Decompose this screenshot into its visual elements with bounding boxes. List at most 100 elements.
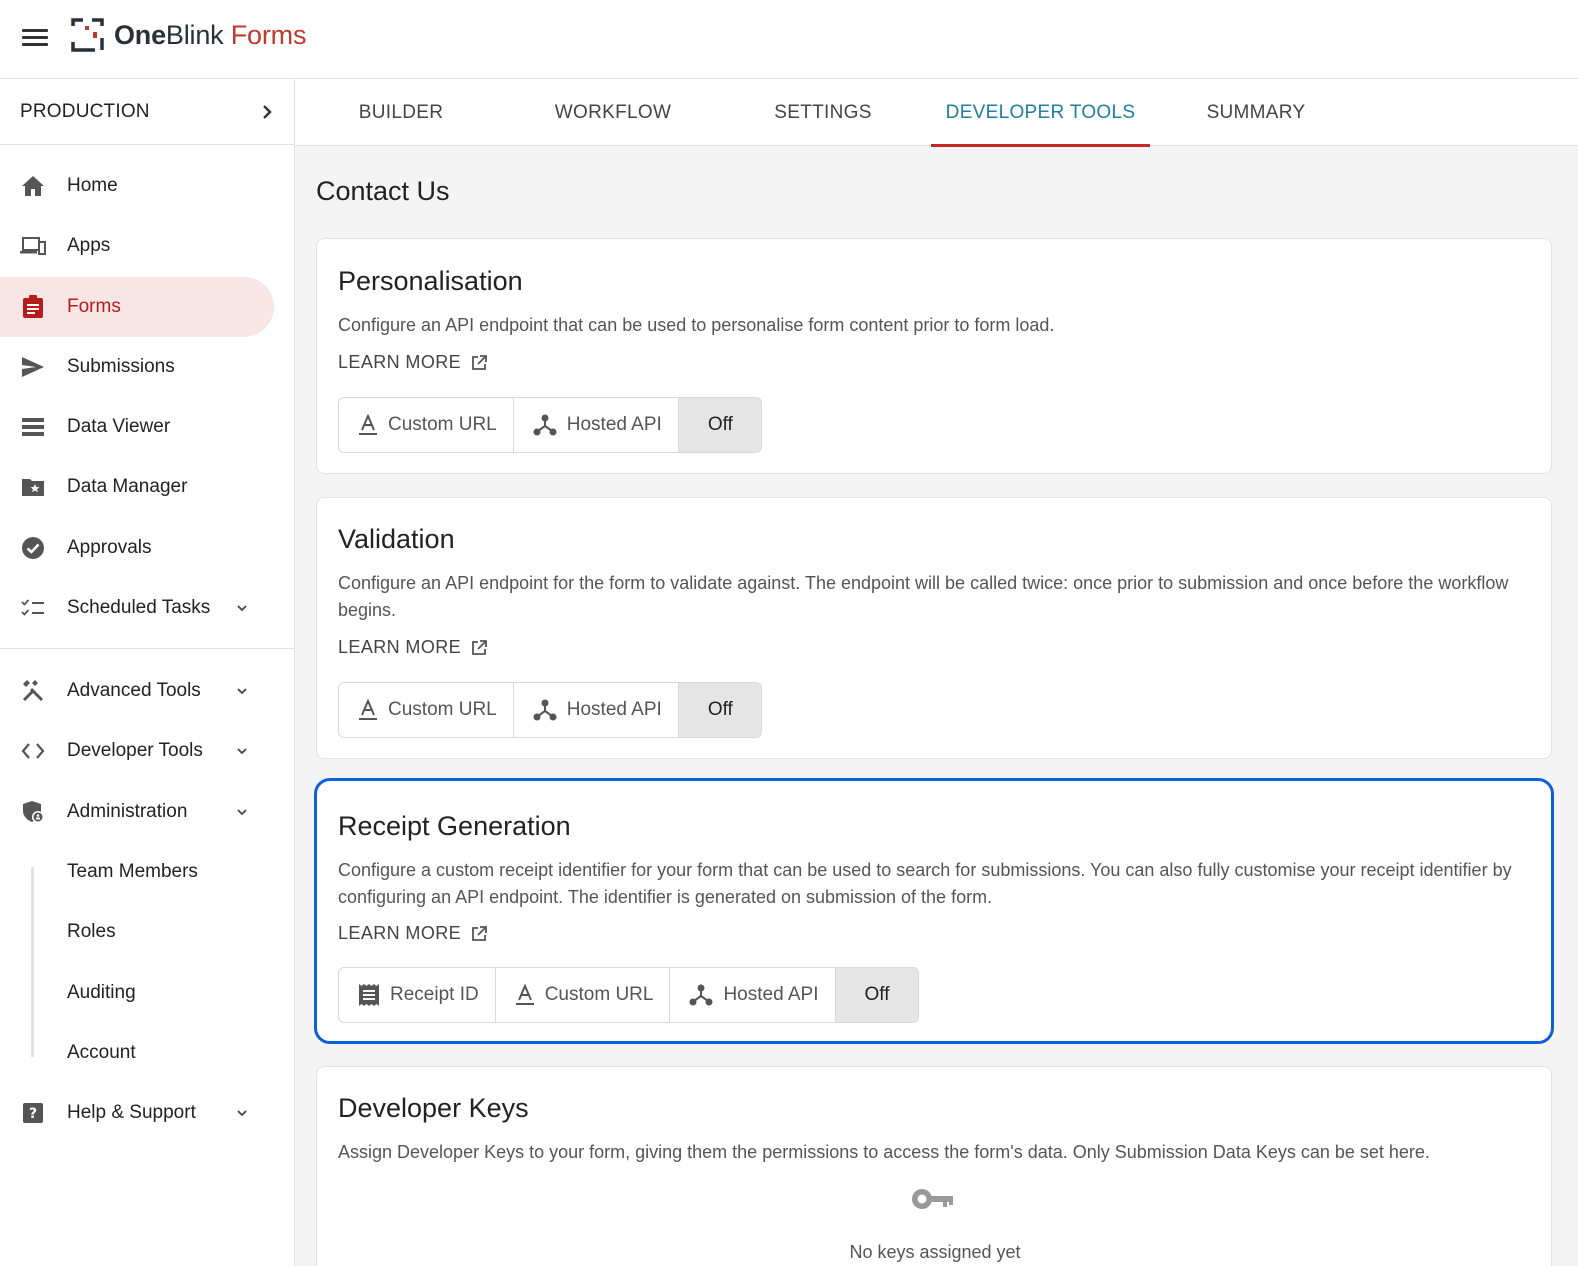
card-description: Configure an API endpoint that can be us… — [338, 315, 1055, 335]
checklist-icon — [20, 595, 46, 621]
sidebar-item-label: Data Viewer — [67, 416, 171, 437]
page-title: Contact Us — [316, 176, 450, 206]
sidebar-item-roles[interactable]: Roles — [0, 902, 274, 962]
sidebar-item-label: Help & Support — [67, 1102, 196, 1123]
sidebar-item-label: Submissions — [67, 356, 175, 377]
validation-card: Validation Configure an API endpoint for… — [316, 497, 1552, 759]
receipt-id-button[interactable]: Receipt ID — [339, 968, 496, 1022]
sidebar-item-label: Roles — [67, 921, 116, 942]
learn-more-link[interactable]: LEARN MORE — [338, 637, 487, 658]
chevron-down-icon — [237, 1110, 247, 1117]
clipboard-icon — [20, 294, 46, 320]
card-title: Developer Keys — [338, 1093, 529, 1123]
hosted-api-button[interactable]: Hosted API — [514, 398, 679, 452]
chevron-down-icon — [237, 605, 247, 612]
sidebar-item-help-support[interactable]: ? Help & Support — [0, 1083, 274, 1143]
tab-developer-tools[interactable]: DEVELOPER TOOLS — [931, 79, 1150, 147]
chevron-down-icon — [237, 688, 247, 695]
chevron-right-icon — [263, 104, 272, 119]
sidebar-divider — [0, 648, 294, 649]
learn-more-link[interactable]: LEARN MORE — [338, 352, 487, 373]
sidebar-item-submissions[interactable]: Submissions — [0, 337, 274, 397]
button-label: Hosted API — [566, 414, 662, 435]
api-icon — [533, 414, 557, 436]
button-label: Custom URL — [544, 984, 654, 1005]
sidebar-item-forms[interactable]: Forms — [0, 277, 274, 337]
check-circle-icon — [20, 535, 46, 561]
off-button[interactable]: Off — [678, 683, 761, 737]
oneblink-logo-icon — [71, 18, 104, 52]
sidebar-item-scheduled-tasks[interactable]: Scheduled Tasks — [0, 578, 274, 638]
personalisation-option-group: Custom URL Hosted API Off — [338, 397, 762, 453]
sidebar-item-label: Developer Tools — [67, 740, 203, 761]
text-format-icon — [515, 984, 534, 1005]
environment-selector[interactable]: PRODUCTION — [0, 79, 294, 145]
logo-text: OneBlink Forms — [114, 19, 307, 50]
card-description: Assign Developer Keys to your form, givi… — [338, 1142, 1430, 1162]
menu-icon[interactable] — [22, 27, 48, 47]
off-button[interactable]: Off — [835, 968, 918, 1022]
receipt-generation-card: Receipt Generation Configure a custom re… — [314, 778, 1554, 1044]
help-icon: ? — [20, 1100, 46, 1126]
sidebar-item-apps[interactable]: Apps — [0, 216, 274, 276]
top-bar: OneBlink Forms — [0, 0, 1578, 79]
code-icon — [20, 738, 46, 764]
button-label: Hosted API — [723, 984, 819, 1005]
chevron-down-icon — [237, 748, 247, 755]
tab-settings[interactable]: SETTINGS — [757, 79, 889, 146]
tab-builder[interactable]: BUILDER — [333, 79, 469, 146]
sidebar-item-developer-tools[interactable]: Developer Tools — [0, 721, 274, 781]
button-label: Custom URL — [388, 414, 497, 435]
learn-more-label: LEARN MORE — [338, 923, 462, 943]
key-icon — [912, 1189, 953, 1209]
sidebar-item-account[interactable]: Account — [0, 1023, 274, 1083]
external-link-icon — [472, 925, 487, 941]
card-description: Configure a custom receipt identifier fo… — [338, 860, 1512, 907]
chevron-down-icon — [237, 809, 247, 816]
off-button[interactable]: Off — [678, 398, 761, 452]
storage-icon — [20, 414, 46, 440]
sidebar-item-data-manager[interactable]: Data Manager — [0, 457, 274, 517]
button-label: Receipt ID — [390, 984, 479, 1005]
custom-url-button[interactable]: Custom URL — [339, 683, 514, 737]
sidebar-item-advanced-tools[interactable]: Advanced Tools — [0, 661, 274, 721]
sidebar-item-administration[interactable]: Administration — [0, 782, 274, 842]
sidebar-item-auditing[interactable]: Auditing — [0, 963, 274, 1023]
tab-bar: BUILDER WORKFLOW SETTINGS DEVELOPER TOOL… — [295, 79, 1578, 147]
api-icon — [689, 984, 713, 1006]
learn-more-link[interactable]: LEARN MORE — [338, 923, 487, 944]
learn-more-label: LEARN MORE — [338, 637, 462, 657]
send-icon — [20, 354, 46, 380]
empty-state-text: No keys assigned yet — [849, 1242, 1021, 1262]
custom-url-button[interactable]: Custom URL — [339, 398, 514, 452]
app-logo[interactable]: OneBlink Forms — [71, 18, 306, 52]
hosted-api-button[interactable]: Hosted API — [670, 968, 836, 1022]
button-label: Custom URL — [388, 699, 497, 720]
sidebar-item-label: Advanced Tools — [67, 680, 201, 701]
tab-summary[interactable]: SUMMARY — [1186, 79, 1326, 146]
api-icon — [533, 699, 557, 721]
card-title: Receipt Generation — [338, 811, 571, 841]
sidebar-item-label: Approvals — [67, 537, 152, 558]
admin-shield-icon — [20, 799, 46, 825]
sidebar-item-label: Home — [67, 175, 118, 196]
receipt-icon — [359, 984, 379, 1006]
card-description: Configure an API endpoint for the form t… — [338, 573, 1509, 620]
text-format-icon — [359, 414, 377, 435]
sidebar-item-approvals[interactable]: Approvals — [0, 518, 274, 578]
sidebar-item-data-viewer[interactable]: Data Viewer — [0, 397, 274, 457]
tab-workflow[interactable]: WORKFLOW — [542, 79, 684, 146]
hosted-api-button[interactable]: Hosted API — [514, 683, 679, 737]
tools-icon — [20, 678, 46, 704]
sidebar-item-home[interactable]: Home — [0, 156, 274, 216]
validation-option-group: Custom URL Hosted API Off — [338, 682, 762, 738]
sidebar-item-label: Scheduled Tasks — [67, 597, 211, 618]
sidebar-item-team-members[interactable]: Team Members — [0, 842, 274, 902]
learn-more-label: LEARN MORE — [338, 352, 462, 372]
external-link-icon — [472, 639, 487, 655]
card-title: Personalisation — [338, 266, 523, 296]
devices-icon — [20, 233, 46, 259]
custom-url-button[interactable]: Custom URL — [496, 968, 671, 1022]
environment-label: PRODUCTION — [20, 100, 150, 122]
external-link-icon — [472, 354, 487, 370]
